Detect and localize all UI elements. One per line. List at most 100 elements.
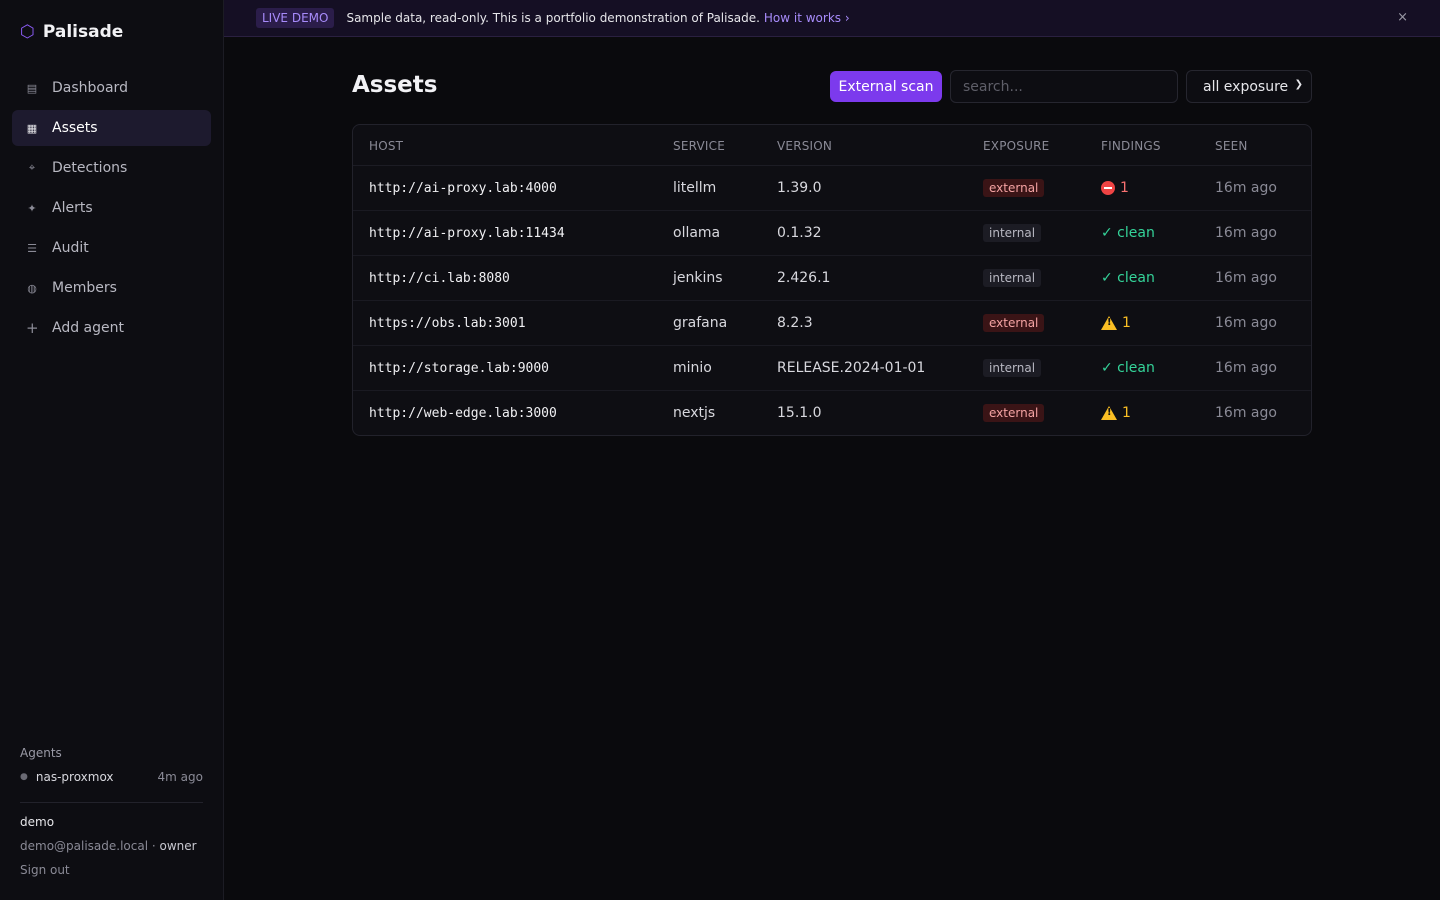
sparkle-icon: ✦ bbox=[27, 201, 37, 215]
external-scan-button[interactable]: External scan bbox=[830, 71, 942, 102]
cell-host[interactable]: http://ci.lab:8080 bbox=[369, 271, 510, 286]
assets-table: HOST SERVICE VERSION EXPOSURE FINDINGS S… bbox=[352, 124, 1312, 436]
cell-seen: 16m ago bbox=[1215, 315, 1277, 331]
cell-service: jenkins bbox=[673, 270, 723, 286]
sidebar-item-label: Members bbox=[52, 280, 117, 296]
column-header-exposure[interactable]: EXPOSURE bbox=[983, 139, 1049, 153]
chevron-down-icon: ❯ bbox=[1294, 79, 1303, 90]
no-entry-icon bbox=[1101, 181, 1115, 195]
cell-seen: 16m ago bbox=[1215, 270, 1277, 286]
cell-host[interactable]: http://ai-proxy.lab:11434 bbox=[369, 226, 565, 241]
demo-banner: LIVE DEMO Sample data, read-only. This i… bbox=[224, 0, 1440, 37]
column-header-seen[interactable]: SEEN bbox=[1215, 139, 1248, 153]
sign-out-link[interactable]: Sign out bbox=[20, 863, 70, 877]
sidebar-item-label: Add agent bbox=[52, 320, 124, 336]
table-header-row: HOST SERVICE VERSION EXPOSURE FINDINGS S… bbox=[353, 125, 1311, 166]
list-icon: ☰ bbox=[27, 241, 37, 255]
cell-version: 15.1.0 bbox=[777, 405, 822, 421]
page-title: Assets bbox=[352, 72, 438, 98]
cell-version: 0.1.32 bbox=[777, 225, 822, 241]
sidebar-item-members[interactable]: ◍ Members bbox=[12, 270, 211, 306]
exposure-filter-value: all exposure bbox=[1203, 78, 1289, 95]
cell-seen: 16m ago bbox=[1215, 360, 1277, 376]
cell-host[interactable]: http://web-edge.lab:3000 bbox=[369, 406, 557, 421]
cell-service: minio bbox=[673, 360, 712, 376]
exposure-badge: internal bbox=[983, 224, 1042, 242]
sidebar-item-alerts[interactable]: ✦ Alerts bbox=[12, 190, 211, 226]
table-row[interactable]: http://storage.lab:9000 minio RELEASE.20… bbox=[353, 346, 1311, 391]
user-meta-separator: · bbox=[148, 839, 160, 853]
brand[interactable]: ⬡ Palisade bbox=[20, 22, 123, 42]
column-header-findings[interactable]: FINDINGS bbox=[1101, 139, 1161, 153]
cell-version: 8.2.3 bbox=[777, 315, 813, 331]
sidebar-item-label: Dashboard bbox=[52, 80, 128, 96]
findings-cell[interactable]: 1 bbox=[1101, 405, 1131, 421]
plus-icon: + bbox=[26, 319, 39, 337]
findings-count: 1 bbox=[1120, 180, 1129, 196]
exposure-badge: external bbox=[983, 314, 1045, 332]
exposure-filter-select[interactable]: all exposure ❯ bbox=[1186, 70, 1312, 103]
findings-cell[interactable]: ✓ clean bbox=[1101, 225, 1155, 241]
findings-status: ✓ clean bbox=[1101, 270, 1155, 286]
exposure-badge: internal bbox=[983, 359, 1042, 377]
sidebar-item-assets[interactable]: ▦ Assets bbox=[12, 110, 211, 146]
warning-icon bbox=[1101, 316, 1117, 330]
table-row[interactable]: http://ci.lab:8080 jenkins 2.426.1 inter… bbox=[353, 256, 1311, 301]
cell-service: litellm bbox=[673, 180, 717, 196]
findings-status: ✓ clean bbox=[1101, 360, 1155, 376]
column-header-service[interactable]: SERVICE bbox=[673, 139, 725, 153]
cell-version: 1.39.0 bbox=[777, 180, 822, 196]
close-icon[interactable]: × bbox=[1397, 10, 1408, 25]
table-row[interactable]: http://ai-proxy.lab:4000 litellm 1.39.0 … bbox=[353, 166, 1311, 211]
sidebar-item-add-agent[interactable]: + Add agent bbox=[12, 310, 211, 346]
agent-last-seen: 4m ago bbox=[157, 770, 203, 784]
hexagon-icon: ⬡ bbox=[20, 21, 35, 42]
table-row[interactable]: https://obs.lab:3001 grafana 8.2.3 exter… bbox=[353, 301, 1311, 346]
table-row[interactable]: http://ai-proxy.lab:11434 ollama 0.1.32 … bbox=[353, 211, 1311, 256]
cell-host[interactable]: http://storage.lab:9000 bbox=[369, 361, 549, 376]
how-it-works-link[interactable]: How it works › bbox=[764, 11, 850, 25]
column-header-host[interactable]: HOST bbox=[369, 139, 403, 153]
column-header-version[interactable]: VERSION bbox=[777, 139, 832, 153]
exposure-badge: internal bbox=[983, 269, 1042, 287]
exposure-badge: external bbox=[983, 179, 1045, 197]
sidebar-item-dashboard[interactable]: ▤ Dashboard bbox=[12, 70, 211, 106]
cell-seen: 16m ago bbox=[1215, 180, 1277, 196]
findings-cell[interactable]: 1 bbox=[1101, 180, 1129, 196]
findings-cell[interactable]: ✓ clean bbox=[1101, 270, 1155, 286]
cell-host[interactable]: http://ai-proxy.lab:4000 bbox=[369, 181, 557, 196]
cell-seen: 16m ago bbox=[1215, 225, 1277, 241]
sidebar-item-detections[interactable]: ⌖ Detections bbox=[12, 150, 211, 186]
live-demo-badge: LIVE DEMO bbox=[256, 8, 335, 28]
dashboard-icon: ▤ bbox=[26, 81, 38, 95]
table-row[interactable]: http://web-edge.lab:3000 nextjs 15.1.0 e… bbox=[353, 391, 1311, 435]
grid-icon: ▦ bbox=[26, 121, 38, 135]
findings-status: ✓ clean bbox=[1101, 225, 1155, 241]
cell-service: ollama bbox=[673, 225, 721, 241]
sidebar-item-audit[interactable]: ☰ Audit bbox=[12, 230, 211, 266]
agent-item[interactable]: ● nas-proxmox 4m ago bbox=[20, 770, 203, 784]
findings-count: 1 bbox=[1122, 405, 1131, 421]
status-dot-icon: ● bbox=[20, 772, 28, 782]
agents-section-title: Agents bbox=[20, 746, 62, 760]
findings-cell[interactable]: ✓ clean bbox=[1101, 360, 1155, 376]
sidebar-item-label: Alerts bbox=[52, 200, 93, 216]
cell-seen: 16m ago bbox=[1215, 405, 1277, 421]
user-meta: demo@palisade.local · owner bbox=[20, 839, 197, 853]
user-name: demo bbox=[20, 815, 55, 829]
sidebar-item-label: Detections bbox=[52, 160, 128, 176]
findings-count: 1 bbox=[1122, 315, 1131, 331]
cell-host[interactable]: https://obs.lab:3001 bbox=[369, 316, 526, 331]
sidebar-nav: ▤ Dashboard ▦ Assets ⌖ Detections ✦ Aler… bbox=[12, 70, 211, 350]
warning-icon bbox=[1101, 406, 1117, 420]
cell-version: RELEASE.2024-01-01 bbox=[777, 360, 926, 376]
sidebar-item-label: Assets bbox=[52, 120, 98, 136]
globe-icon: ◍ bbox=[27, 281, 37, 295]
user-role: owner bbox=[159, 839, 197, 853]
user-email: demo@palisade.local bbox=[20, 839, 149, 853]
agent-name: nas-proxmox bbox=[35, 770, 114, 784]
findings-cell[interactable]: 1 bbox=[1101, 315, 1131, 331]
cell-service: nextjs bbox=[673, 405, 716, 421]
detections-icon: ⌖ bbox=[28, 161, 36, 174]
search-input[interactable] bbox=[950, 70, 1178, 103]
